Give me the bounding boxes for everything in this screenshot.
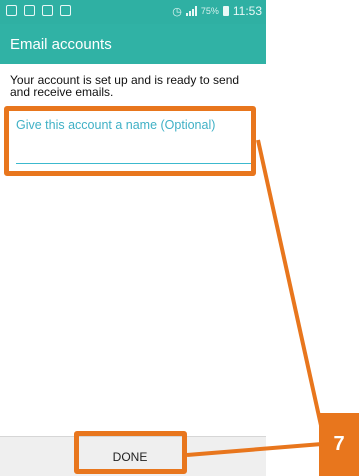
photo-icon xyxy=(24,5,35,16)
setup-complete-message: Your account is set up and is ready to s… xyxy=(10,73,240,99)
signal-icon xyxy=(185,6,197,16)
alarm-icon: ◷ xyxy=(172,5,182,18)
email-notification-icon xyxy=(6,5,17,16)
callout-line-to-field xyxy=(256,139,324,431)
phone-screen: ◷ 75% 11:53 Email accounts Your account … xyxy=(0,0,266,476)
highlight-box-done-button xyxy=(74,431,187,474)
battery-icon xyxy=(222,6,229,16)
status-right-icons: ◷ 75% 11:53 xyxy=(172,4,262,18)
page-title: Email accounts xyxy=(10,36,112,53)
clock: 11:53 xyxy=(232,4,262,18)
status-left-icons xyxy=(6,5,71,16)
gallery-icon xyxy=(42,5,53,16)
sim-icon xyxy=(60,5,71,16)
step-number-badge: 7 xyxy=(319,413,359,476)
highlight-box-name-field xyxy=(4,106,256,176)
status-bar: ◷ 75% 11:53 xyxy=(0,0,266,24)
app-bar: Email accounts xyxy=(0,24,266,64)
battery-percent: 75% xyxy=(200,6,219,16)
